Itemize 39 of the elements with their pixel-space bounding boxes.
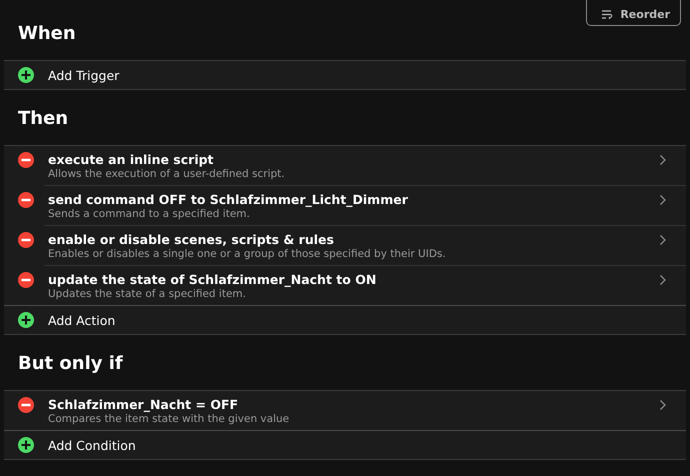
item-description: Sends a command to a specified item.	[48, 208, 251, 221]
add-icon	[18, 67, 34, 83]
item-title: enable or disable scenes, scripts & rules	[48, 232, 335, 248]
list-item[interactable]: Schlafzimmer_Nacht = OFF Compares the item state with the given value	[4, 391, 686, 431]
add-label: Add Trigger	[48, 68, 120, 82]
chevron-icon	[660, 275, 666, 285]
list-item[interactable]: send command OFF to Schlafzimmer_Licht_Dimmer Sends a command to a specified item.	[4, 186, 686, 226]
add-label: Add Action	[48, 312, 116, 328]
add-row[interactable]: Add Action	[4, 306, 686, 334]
chevron-icon	[660, 195, 666, 205]
chevron-icon	[660, 400, 666, 410]
chevron-icon	[660, 155, 666, 165]
list-item[interactable]: execute an inline script Allows the execution of a user-defined script.	[4, 146, 686, 186]
item-description: Updates the state of a specified item.	[48, 288, 247, 301]
list-item[interactable]: enable or disable scenes, scripts & rules Enables or disables a single one or a group of those specified by their UIDs.	[4, 226, 686, 266]
add-row[interactable]: Add Condition	[4, 431, 686, 459]
section-heading: When	[18, 22, 77, 46]
reorder-button[interactable]: Reorder	[586, 0, 681, 26]
add-label: Add Condition	[48, 438, 136, 452]
remove-icon[interactable]	[18, 397, 34, 413]
remove-icon[interactable]	[18, 232, 34, 248]
item-description: Enables or disables a single one or a group of those specified by their UIDs.	[48, 248, 447, 261]
add-icon	[18, 312, 34, 328]
reorder-icon	[602, 10, 614, 19]
item-description: Allows the execution of a user-defined script.	[48, 168, 286, 181]
section-heading: Then	[18, 107, 70, 131]
remove-icon[interactable]	[18, 192, 34, 208]
item-title: send command OFF to Schlafzimmer_Licht_Dimmer	[48, 192, 409, 208]
item-title: update the state of Schlafzimmer_Nacht to ON	[48, 272, 378, 288]
item-description: Compares the item state with the given value	[48, 413, 290, 426]
section-heading: But only if	[18, 352, 124, 376]
item-title: execute an inline script	[48, 152, 215, 168]
list-item[interactable]: update the state of Schlafzimmer_Nacht to ON Updates the state of a specified item.	[4, 266, 686, 306]
chevron-icon	[660, 235, 666, 245]
item-title: Schlafzimmer_Nacht = OFF	[48, 397, 240, 413]
remove-icon[interactable]	[18, 152, 34, 168]
add-row[interactable]: Add Trigger	[4, 61, 686, 89]
remove-icon[interactable]	[18, 272, 34, 288]
add-icon	[18, 437, 34, 453]
